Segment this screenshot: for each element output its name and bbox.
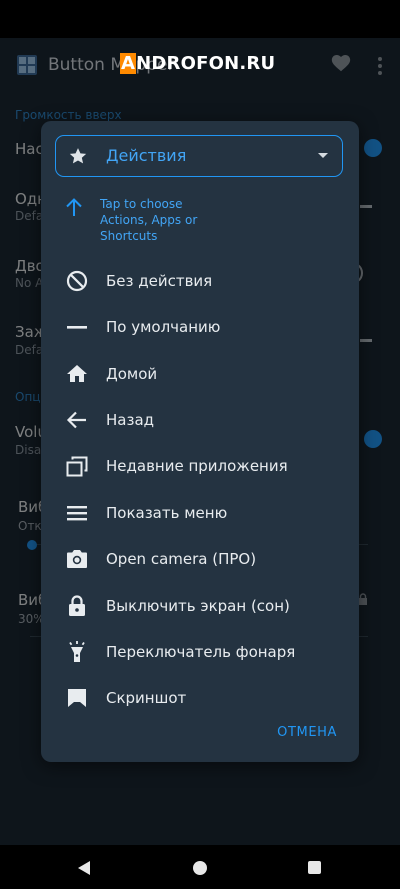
action-item-screenshot[interactable]: Скриншот [41,675,359,715]
watermark: ANDROFON.RU [120,53,275,74]
nav-back-icon[interactable] [76,860,92,876]
watermark-first-letter: A [120,53,137,74]
action-item-label: Скриншот [106,689,187,707]
category-dropdown-value: Действия [106,146,187,165]
action-item-show-menu[interactable]: Показать меню [41,490,359,536]
screenshot-icon [68,689,86,707]
action-item-label: Переключатель фонаря [106,643,296,661]
cancel-button[interactable]: ОТМЕНА [277,725,337,740]
star-icon [69,148,87,164]
action-item-label: Open camera (ПРО) [106,550,257,568]
block-icon [66,270,88,292]
action-item-home[interactable]: Домой [41,351,359,397]
action-item-label: Недавние приложения [106,457,288,475]
action-picker-dialog: Действия Tap to choose Actions, Apps or … [41,121,359,762]
minus-icon [67,326,87,329]
chevron-down-icon [318,153,328,158]
recent-apps-icon [66,456,88,477]
menu-icon [67,506,87,521]
action-item-label: Показать меню [106,504,228,522]
action-item-label: Выключить экран (сон) [106,597,290,615]
lock-icon [69,595,85,616]
system-nav-bar [0,845,400,889]
status-bar [0,0,400,38]
hint-text: Tap to choose Actions, Apps or Shortcuts [100,197,198,243]
flashlight-icon [69,641,85,662]
nav-home-icon[interactable] [193,861,207,875]
action-item-back[interactable]: Назад [41,397,359,443]
action-item-label: Без действия [106,272,213,290]
action-item-flashlight[interactable]: Переключатель фонаря [41,629,359,675]
action-item-default[interactable]: По умолчанию [41,304,359,350]
action-item-no-action[interactable]: Без действия [41,258,359,304]
action-item-label: По умолчанию [106,318,221,336]
action-item-label: Домой [106,365,158,383]
action-item-open-camera[interactable]: Open camera (ПРО) [41,536,359,582]
action-item-label: Назад [106,411,155,429]
nav-recents-icon[interactable] [308,861,321,874]
category-dropdown[interactable]: Действия [55,135,343,177]
watermark-rest: NDROFON.RU [136,53,276,74]
action-item-recent-apps[interactable]: Недавние приложения [41,443,359,489]
action-item-lock-screen[interactable]: Выключить экран (сон) [41,583,359,629]
home-icon [67,365,87,382]
camera-icon [67,550,87,568]
arrow-up-icon [66,198,82,216]
arrow-back-icon [66,411,86,429]
